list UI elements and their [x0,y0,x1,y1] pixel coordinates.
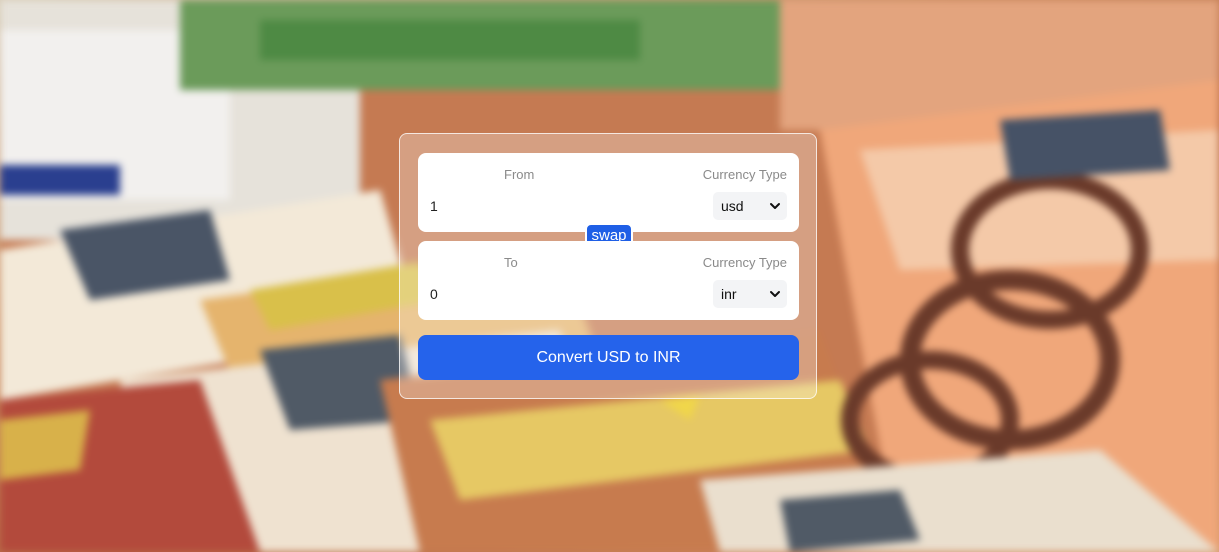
from-currency-type-label: Currency Type [702,167,787,182]
from-panel: From Currency Type usd [418,153,799,232]
to-currency-type-label: Currency Type [702,255,787,270]
chevron-down-icon [770,291,780,297]
to-panel: To Currency Type inr [418,241,799,320]
convert-button[interactable]: Convert USD to INR [418,335,799,380]
from-currency-value: usd [721,198,744,214]
from-label: From [504,167,535,182]
to-currency-value: inr [721,286,737,302]
chevron-down-icon [770,203,780,209]
from-amount-input[interactable] [430,195,610,217]
to-currency-select[interactable]: inr [713,280,787,308]
to-amount-input[interactable] [430,283,610,305]
from-currency-select[interactable]: usd [713,192,787,220]
to-label: To [504,255,518,270]
converter-card: From Currency Type usd swap To Currency … [399,133,817,399]
